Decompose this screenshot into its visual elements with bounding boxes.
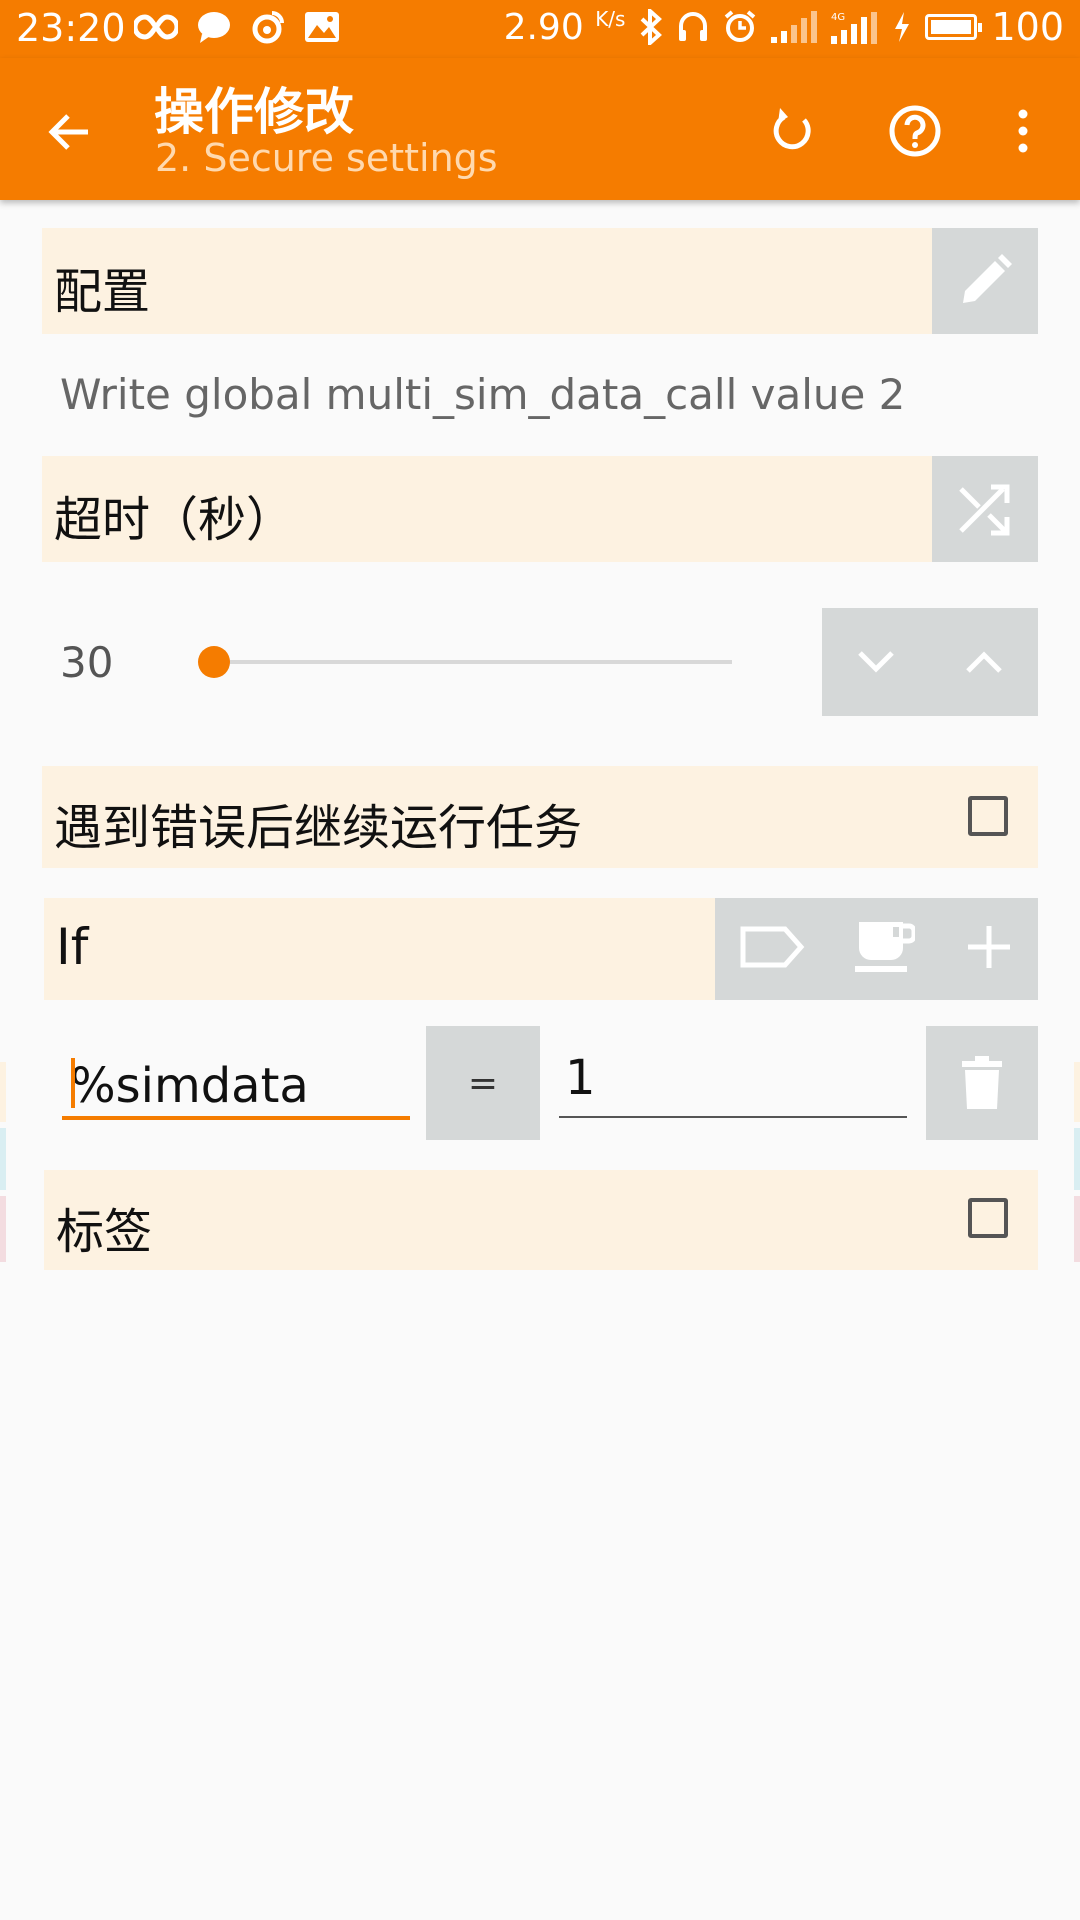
status-time: 23:20: [16, 6, 126, 50]
arrow-back-icon: [48, 114, 88, 150]
back-button[interactable]: [40, 102, 100, 162]
timeout-slider-row: 30: [42, 608, 1038, 716]
condition-right-input[interactable]: 1: [559, 1042, 907, 1118]
text-cursor: [71, 1058, 75, 1108]
config-label: 配置: [54, 264, 151, 320]
increase-button[interactable]: [930, 608, 1038, 716]
infinity-icon: [134, 5, 178, 49]
edge-strip-right-1: [1074, 1062, 1080, 1122]
label-tag-button[interactable]: [739, 923, 805, 975]
weibo-icon: [250, 5, 286, 49]
status-bar: 23:20 2.90 K/s 4G 100: [0, 0, 1080, 58]
timeout-stepper: [822, 608, 1038, 716]
label-outline-icon: [740, 926, 805, 968]
edge-strip-right-3: [1074, 1196, 1080, 1262]
charging-icon: [893, 5, 911, 49]
label-checkbox[interactable]: [968, 1198, 1008, 1238]
image-icon: [304, 5, 340, 49]
more-options-button[interactable]: [988, 96, 1058, 166]
if-actions: [715, 898, 1038, 1000]
edge-strip-left-2: [0, 1128, 6, 1190]
reset-button[interactable]: [758, 96, 828, 166]
app-toolbar: 操作修改 2. Secure settings: [0, 58, 1080, 200]
if-header: If: [44, 898, 1038, 1000]
timeout-header: 超时（秒）: [42, 456, 1038, 562]
timeout-slider-thumb[interactable]: [198, 646, 230, 678]
signal-icon: [771, 5, 818, 49]
battery-level: 100: [991, 5, 1064, 49]
config-header: 配置: [42, 228, 1038, 334]
plus-icon: [967, 926, 1010, 968]
edit-config-button[interactable]: [932, 228, 1038, 334]
svg-text:4G: 4G: [831, 12, 845, 23]
decrease-button[interactable]: [822, 608, 930, 716]
signal-4g-icon: 4G: [831, 5, 879, 49]
continue-on-error-label: 遇到错误后继续运行任务: [54, 800, 583, 856]
continue-on-error-checkbox[interactable]: [968, 796, 1008, 836]
shuffle-icon: [959, 484, 1010, 536]
timeout-label: 超时（秒）: [54, 492, 295, 548]
page-subtitle: 2. Secure settings: [155, 136, 498, 180]
refresh-icon: [773, 108, 811, 150]
condition-left-input[interactable]: %simdata: [62, 1042, 410, 1120]
edge-strip-right-2: [1074, 1128, 1080, 1190]
label-row[interactable]: 标签: [44, 1170, 1038, 1270]
condition-operator-button[interactable]: =: [426, 1026, 540, 1140]
coffee-cup-button[interactable]: [853, 918, 917, 980]
continue-on-error-row[interactable]: 遇到错误后继续运行任务: [42, 766, 1038, 868]
add-condition-button[interactable]: [964, 922, 1014, 976]
condition-right-value: 1: [565, 1050, 596, 1106]
help-icon: [889, 105, 941, 157]
chevron-down-icon: [858, 651, 894, 673]
bluetooth-icon: [639, 5, 663, 49]
trash-icon: [962, 1056, 1002, 1109]
randomize-timeout-button[interactable]: [932, 456, 1038, 562]
coffee-icon: [855, 922, 917, 972]
timeout-slider-track[interactable]: [212, 660, 732, 664]
if-label: If: [56, 918, 89, 976]
alarm-icon: [723, 5, 757, 49]
more-vert-icon: [1018, 109, 1028, 153]
page-title: 操作修改: [154, 83, 354, 141]
edge-strip-left-3: [0, 1196, 6, 1262]
headset-icon: [677, 5, 709, 49]
config-description: Write global multi_sim_data_call value 2: [60, 370, 906, 419]
delete-condition-button[interactable]: [926, 1026, 1038, 1140]
timeout-value: 30: [60, 638, 114, 687]
chat-bubble-icon: [196, 5, 232, 49]
battery-icon: [925, 5, 983, 49]
network-speed: 2.90 K/s: [503, 6, 626, 48]
edge-strip-left-1: [0, 1062, 6, 1122]
label-section-label: 标签: [56, 1204, 153, 1260]
condition-left-value: %simdata: [70, 1058, 309, 1114]
help-button[interactable]: [880, 96, 950, 166]
pencil-icon: [963, 254, 1012, 303]
chevron-up-icon: [966, 651, 1002, 673]
condition-row: %simdata = 1: [42, 1026, 1038, 1140]
